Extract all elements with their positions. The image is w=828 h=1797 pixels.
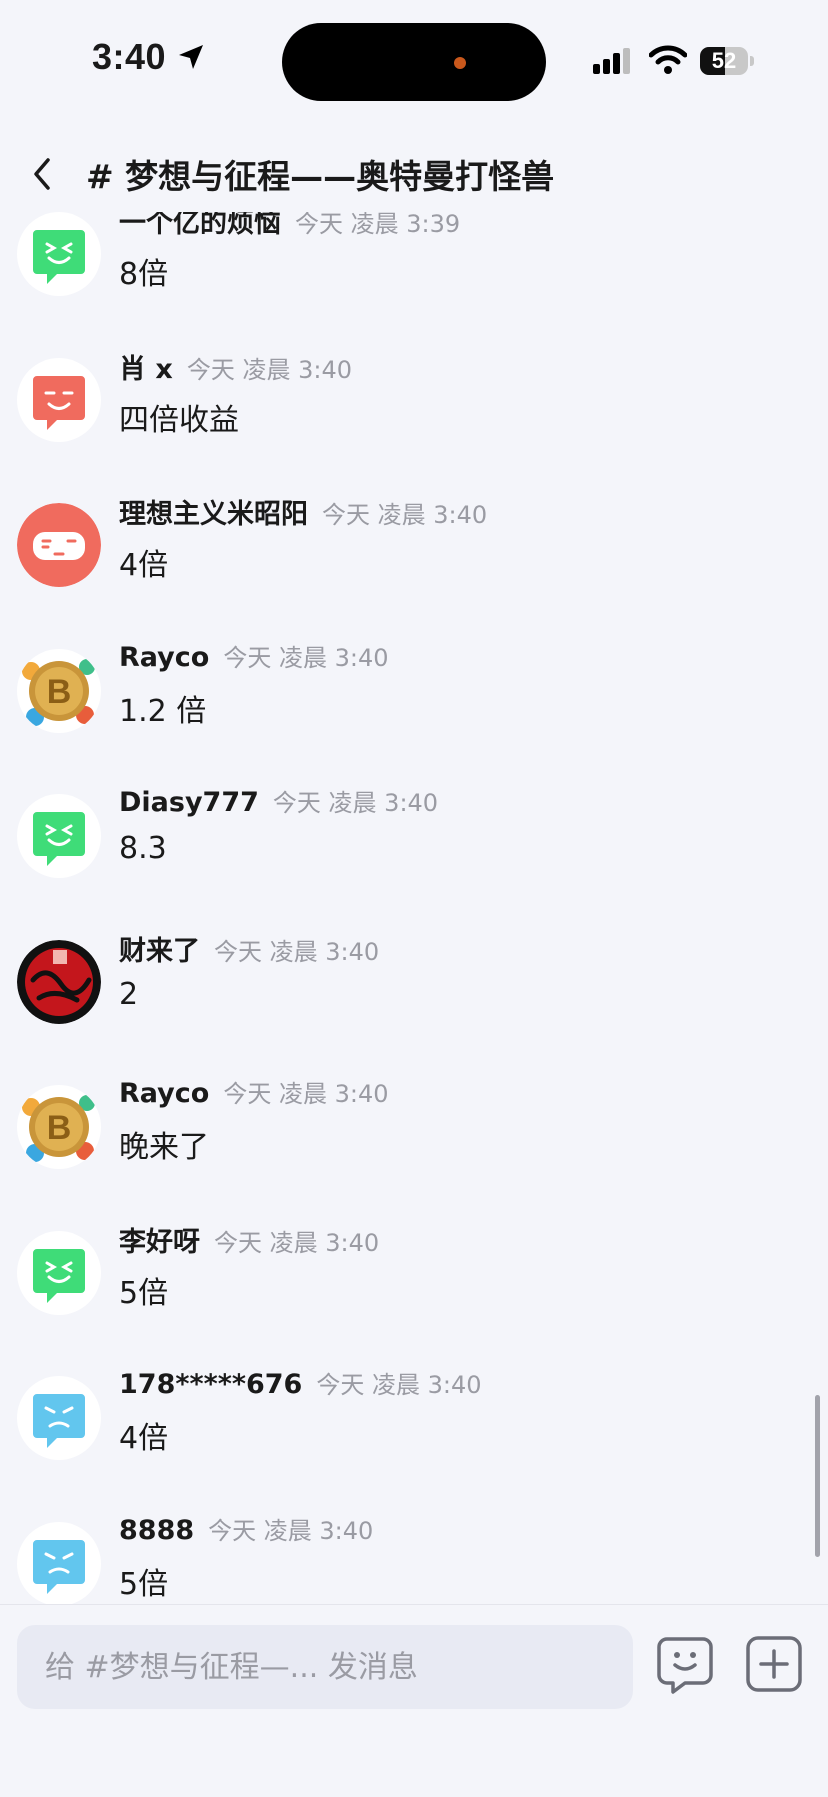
avatar[interactable]: B [17,648,101,733]
message-item[interactable]: 肖 x 今天 凌晨 3:40 四倍收益 [0,323,828,469]
message-text: 4倍 [119,1421,169,1456]
svg-text:B: B [47,673,72,711]
message-list[interactable]: 一个亿的烦恼 今天 凌晨 3:39 8倍肖 x 今天 凌晨 3:40 四倍收益理想主义米… [0,212,828,1604]
status-time: 3:40 [92,36,167,77]
chat-header: # 梦想与征程——奥特曼打怪兽 [0,140,828,206]
sender-name[interactable]: 一个亿的烦恼 今天 凌晨 3:39 [119,212,460,240]
message-item[interactable]: 财来了 今天 凌晨 3:40 2 [0,905,828,1051]
sender-name[interactable]: Rayco 今天 凌晨 3:40 [119,638,389,673]
message-timestamp: 今天 凌晨 3:40 [223,643,389,672]
sender-name-text[interactable]: 理想主义米昭阳 [119,499,308,530]
dynamic-island [282,23,546,101]
emoji-button[interactable] [655,1635,715,1695]
message-text: 4倍 [119,548,169,583]
scrollbar[interactable] [815,1395,820,1557]
message-timestamp: 今天 凌晨 3:40 [272,789,439,817]
sender-name[interactable]: 李好呀 今天 凌晨 3:40 [119,1220,379,1259]
sender-name-text[interactable]: 8888 [119,1515,194,1546]
message-item[interactable]: 理想主义米昭阳 今天 凌晨 3:40 4倍 [0,468,828,614]
message-item[interactable]: B Rayco 今天 凌晨 3:40 1.2 倍 [0,614,828,760]
sender-name-text[interactable]: Rayco [119,642,209,673]
sender-name[interactable]: Rayco 今天 凌晨 3:40 [119,1074,389,1109]
message-item[interactable]: 李好呀 今天 凌晨 3:40 5倍 [0,1196,828,1342]
message-text: 5倍 [119,1566,169,1602]
battery-percentage: 52 [711,48,737,73]
avatar[interactable] [17,212,101,296]
message-text: 四倍收益 [119,402,239,438]
avatar[interactable] [17,503,101,587]
back-button[interactable] [24,152,64,196]
message-text: 8倍 [119,257,169,292]
sender-name-text[interactable]: Rayco [119,1078,209,1109]
message-input[interactable] [17,1625,633,1709]
avatar[interactable] [17,1230,101,1315]
sender-name[interactable]: 178*****676 今天 凌晨 3:40 [119,1365,481,1400]
avatar[interactable] [17,1376,101,1460]
sender-name-text[interactable]: 178*****676 [119,1369,302,1400]
message-text: 晚来了 [119,1130,209,1165]
message-timestamp: 今天 凌晨 3:40 [214,1228,380,1257]
avatar[interactable] [17,1521,101,1604]
composer-bar [0,1604,828,1797]
message-item[interactable]: 178*****676 今天 凌晨 3:40 4倍 [0,1341,828,1487]
sender-name[interactable]: 肖 x 今天 凌晨 3:40 [119,347,352,386]
avatar[interactable] [17,794,101,878]
message-item[interactable]: Diasy777 今天 凌晨 3:40 8.3 [0,759,828,905]
message-timestamp: 今天 凌晨 3:40 [186,355,352,384]
status-bar: 3:40 52 [0,0,828,124]
sender-name-text[interactable]: 李好呀 [119,1227,200,1258]
message-timestamp: 今天 凌晨 3:40 [322,501,488,529]
message-text: 1.2 倍 [119,693,207,729]
plus-button[interactable] [745,1635,803,1693]
wifi-icon [649,45,687,74]
avatar[interactable]: B [17,1085,101,1169]
message-text: 5倍 [119,1275,169,1311]
channel-title[interactable]: # 梦想与征程——奥特曼打怪兽 [86,150,554,198]
sender-name[interactable]: 8888 今天 凌晨 3:40 [119,1511,373,1546]
sender-name-text[interactable]: 财来了 [119,936,200,967]
message-item[interactable]: 一个亿的烦恼 今天 凌晨 3:39 8倍 [0,212,828,323]
message-item[interactable]: 8888 今天 凌晨 3:40 5倍 [0,1487,828,1604]
message-item[interactable]: B Rayco 今天 凌晨 3:40 晚来了 [0,1050,828,1196]
sender-name-text[interactable]: 肖 x [119,354,173,385]
message-timestamp: 今天 凌晨 3:40 [223,1080,389,1108]
battery-icon: 52 [700,47,754,75]
message-text: 2 [119,976,139,1012]
message-text: 8.3 [119,831,167,866]
avatar[interactable] [17,357,101,442]
message-timestamp: 今天 凌晨 3:40 [316,1371,482,1399]
message-timestamp: 今天 凌晨 3:40 [208,1516,374,1545]
location-arrow-icon [179,45,203,69]
sender-name-text[interactable]: 一个亿的烦恼 [119,212,281,239]
sender-name[interactable]: Diasy777 今天 凌晨 3:40 [119,783,438,818]
sender-name[interactable]: 财来了 今天 凌晨 3:40 [119,929,379,968]
message-timestamp: 今天 凌晨 3:40 [214,937,380,966]
message-timestamp: 今天 凌晨 3:39 [295,212,461,238]
avatar[interactable] [17,939,101,1024]
sender-name[interactable]: 理想主义米昭阳 今天 凌晨 3:40 [119,492,487,531]
svg-text:B: B [47,1109,72,1147]
sender-name-text[interactable]: Diasy777 [119,787,259,818]
signal-icon [593,48,630,74]
